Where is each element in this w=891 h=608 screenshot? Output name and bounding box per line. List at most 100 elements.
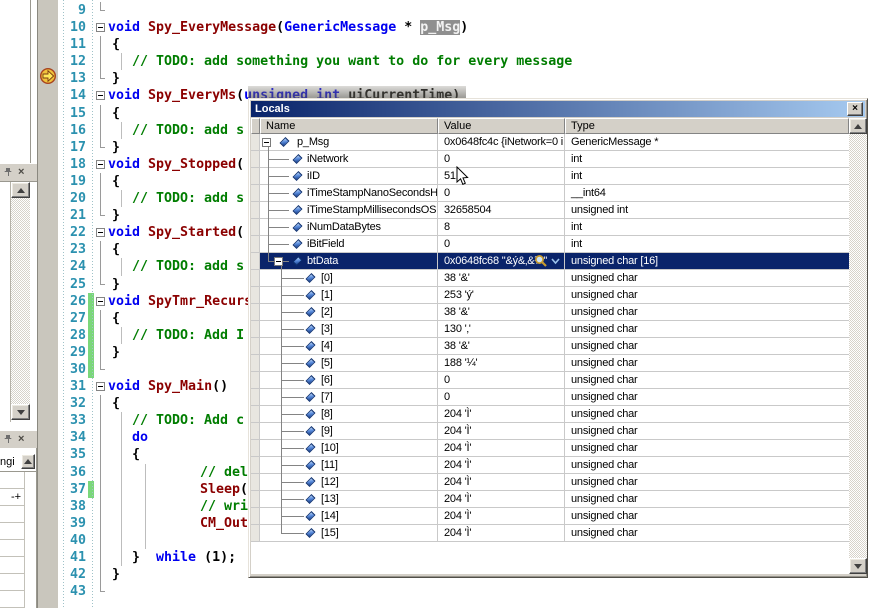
locals-row[interactable]: iNumDataBytes8int <box>251 219 849 236</box>
locals-row[interactable]: [1]253 'ý'unsigned char <box>251 287 849 304</box>
collapse-toggle-icon[interactable] <box>96 23 105 32</box>
locals-row[interactable]: iBitField0int <box>251 236 849 253</box>
scroll-track[interactable] <box>11 198 30 404</box>
locals-row[interactable]: [9]204 'Ì'unsigned char <box>251 423 849 440</box>
scroll-up-button[interactable] <box>21 454 35 469</box>
list-item[interactable] <box>0 574 25 591</box>
locals-row[interactable]: [15]204 'Ì'unsigned char <box>251 525 849 542</box>
value-cell[interactable]: 0 <box>438 372 565 388</box>
tree-expand-toggle[interactable] <box>262 138 271 147</box>
tree-expand-toggle[interactable] <box>274 257 283 266</box>
value-cell[interactable]: 0 <box>438 151 565 167</box>
value-cell[interactable]: 0x0648fc4c {iNetwork=0 iID=5 <box>438 134 565 150</box>
locals-row[interactable]: [13]204 'Ì'unsigned char <box>251 491 849 508</box>
magnifier-icon[interactable] <box>534 254 548 268</box>
scroll-up-button[interactable] <box>849 118 867 134</box>
value-cell[interactable]: 32658504 <box>438 202 565 218</box>
outline-margin[interactable] <box>94 156 108 173</box>
value-cell[interactable]: 38 '&' <box>438 270 565 286</box>
list-item[interactable] <box>0 506 25 523</box>
left-panel-top <box>0 0 31 163</box>
column-header-type[interactable]: Type <box>565 118 849 134</box>
scroll-up-button[interactable] <box>11 182 30 198</box>
value-cell[interactable]: 204 'Ì' <box>438 491 565 507</box>
close-icon[interactable]: × <box>18 434 24 445</box>
locals-row[interactable]: [11]204 'Ì'unsigned char <box>251 457 849 474</box>
code-line[interactable]: 12// TODO: add something you want to do … <box>59 53 891 70</box>
code-line[interactable]: 43 <box>59 583 891 600</box>
value-cell[interactable]: 204 'Ì' <box>438 406 565 422</box>
pin-icon[interactable] <box>3 434 14 445</box>
locals-row[interactable]: [8]204 'Ì'unsigned char <box>251 406 849 423</box>
scroll-track[interactable] <box>849 134 867 558</box>
value-cell[interactable]: 0 <box>438 236 565 252</box>
locals-row[interactable]: iID512int <box>251 168 849 185</box>
locals-row[interactable]: [0]38 '&'unsigned char <box>251 270 849 287</box>
value-cell[interactable]: 0 <box>438 389 565 405</box>
list-item[interactable] <box>0 591 25 608</box>
value-cell[interactable]: 8 <box>438 219 565 235</box>
locals-row[interactable]: [10]204 'Ì'unsigned char <box>251 440 849 457</box>
left-scrollbar[interactable] <box>10 182 30 422</box>
locals-row[interactable]: btData0x0648fc68 "&ý&‚&¼" unsigned char … <box>251 253 849 270</box>
locals-row[interactable]: [6]0unsigned char <box>251 372 849 389</box>
value-cell[interactable]: 188 '¼' <box>438 355 565 371</box>
breakpoint-margin[interactable] <box>37 0 58 608</box>
locals-row[interactable]: [12]204 'Ì'unsigned char <box>251 474 849 491</box>
list-item[interactable]: -+ <box>0 489 25 506</box>
scroll-down-button[interactable] <box>849 558 867 574</box>
value-cell[interactable]: 130 '‚' <box>438 321 565 337</box>
outline-margin[interactable] <box>94 87 108 104</box>
outline-margin[interactable] <box>94 19 108 36</box>
list-item[interactable] <box>0 540 25 557</box>
code-line[interactable]: 13} <box>59 70 891 87</box>
close-button[interactable]: × <box>847 102 863 116</box>
locals-row[interactable]: [3]130 '‚'unsigned char <box>251 321 849 338</box>
locals-row[interactable]: iTimeStampMillisecondsOS32658504unsigned… <box>251 202 849 219</box>
value-cell[interactable]: 38 '&' <box>438 338 565 354</box>
list-item[interactable] <box>0 472 25 489</box>
outline-margin[interactable] <box>94 224 108 241</box>
pin-icon[interactable] <box>3 167 14 178</box>
locals-row[interactable]: [7]0unsigned char <box>251 389 849 406</box>
code-line[interactable]: 11{ <box>59 36 891 53</box>
value-cell[interactable]: 204 'Ì' <box>438 508 565 524</box>
collapse-toggle-icon[interactable] <box>96 91 105 100</box>
value-cell[interactable]: 0x0648fc68 "&ý&‚&¼" <box>438 253 565 269</box>
list-item[interactable] <box>0 523 25 540</box>
value-cell[interactable]: 253 'ý' <box>438 287 565 303</box>
value-cell[interactable]: 204 'Ì' <box>438 525 565 541</box>
locals-row[interactable]: [14]204 'Ì'unsigned char <box>251 508 849 525</box>
value-cell[interactable]: 204 'Ì' <box>438 423 565 439</box>
code-line[interactable]: 9 <box>59 2 891 19</box>
locals-row[interactable]: iNetwork0int <box>251 151 849 168</box>
line-number: 35 <box>59 446 88 463</box>
locals-titlebar[interactable]: Locals × <box>251 101 865 117</box>
magnifier-dropdown-icon[interactable] <box>551 257 560 265</box>
collapse-toggle-icon[interactable] <box>96 228 105 237</box>
column-header-value[interactable]: Value <box>438 118 565 134</box>
locals-row[interactable]: [2]38 '&'unsigned char <box>251 304 849 321</box>
locals-row[interactable]: [4]38 '&'unsigned char <box>251 338 849 355</box>
locals-row[interactable]: [5]188 '¼'unsigned char <box>251 355 849 372</box>
list-item[interactable] <box>0 557 25 574</box>
value-cell[interactable]: 204 'Ì' <box>438 474 565 490</box>
column-header-name[interactable]: Name <box>260 118 438 134</box>
collapse-toggle-icon[interactable] <box>96 160 105 169</box>
locals-row[interactable]: iTimeStampNanoSecondsHW0__int64 <box>251 185 849 202</box>
collapse-toggle-icon[interactable] <box>96 382 105 391</box>
scroll-down-button[interactable] <box>11 404 30 420</box>
collapse-toggle-icon[interactable] <box>96 297 105 306</box>
variable-value: 8 <box>444 221 450 233</box>
value-cell[interactable]: 204 'Ì' <box>438 457 565 473</box>
close-icon[interactable]: × <box>18 167 24 178</box>
locals-vertical-scrollbar[interactable] <box>849 118 867 574</box>
value-cell[interactable]: 0 <box>438 185 565 201</box>
value-cell[interactable]: 204 'Ì' <box>438 440 565 456</box>
code-line[interactable]: 10void Spy_EveryMessage(GenericMessage *… <box>59 19 891 36</box>
locals-row[interactable]: p_Msg0x0648fc4c {iNetwork=0 iID=5Generic… <box>251 134 849 151</box>
code-text: // TODO: add s <box>108 258 244 275</box>
outline-margin[interactable] <box>94 378 108 395</box>
outline-margin[interactable] <box>94 293 108 310</box>
value-cell[interactable]: 38 '&' <box>438 304 565 320</box>
